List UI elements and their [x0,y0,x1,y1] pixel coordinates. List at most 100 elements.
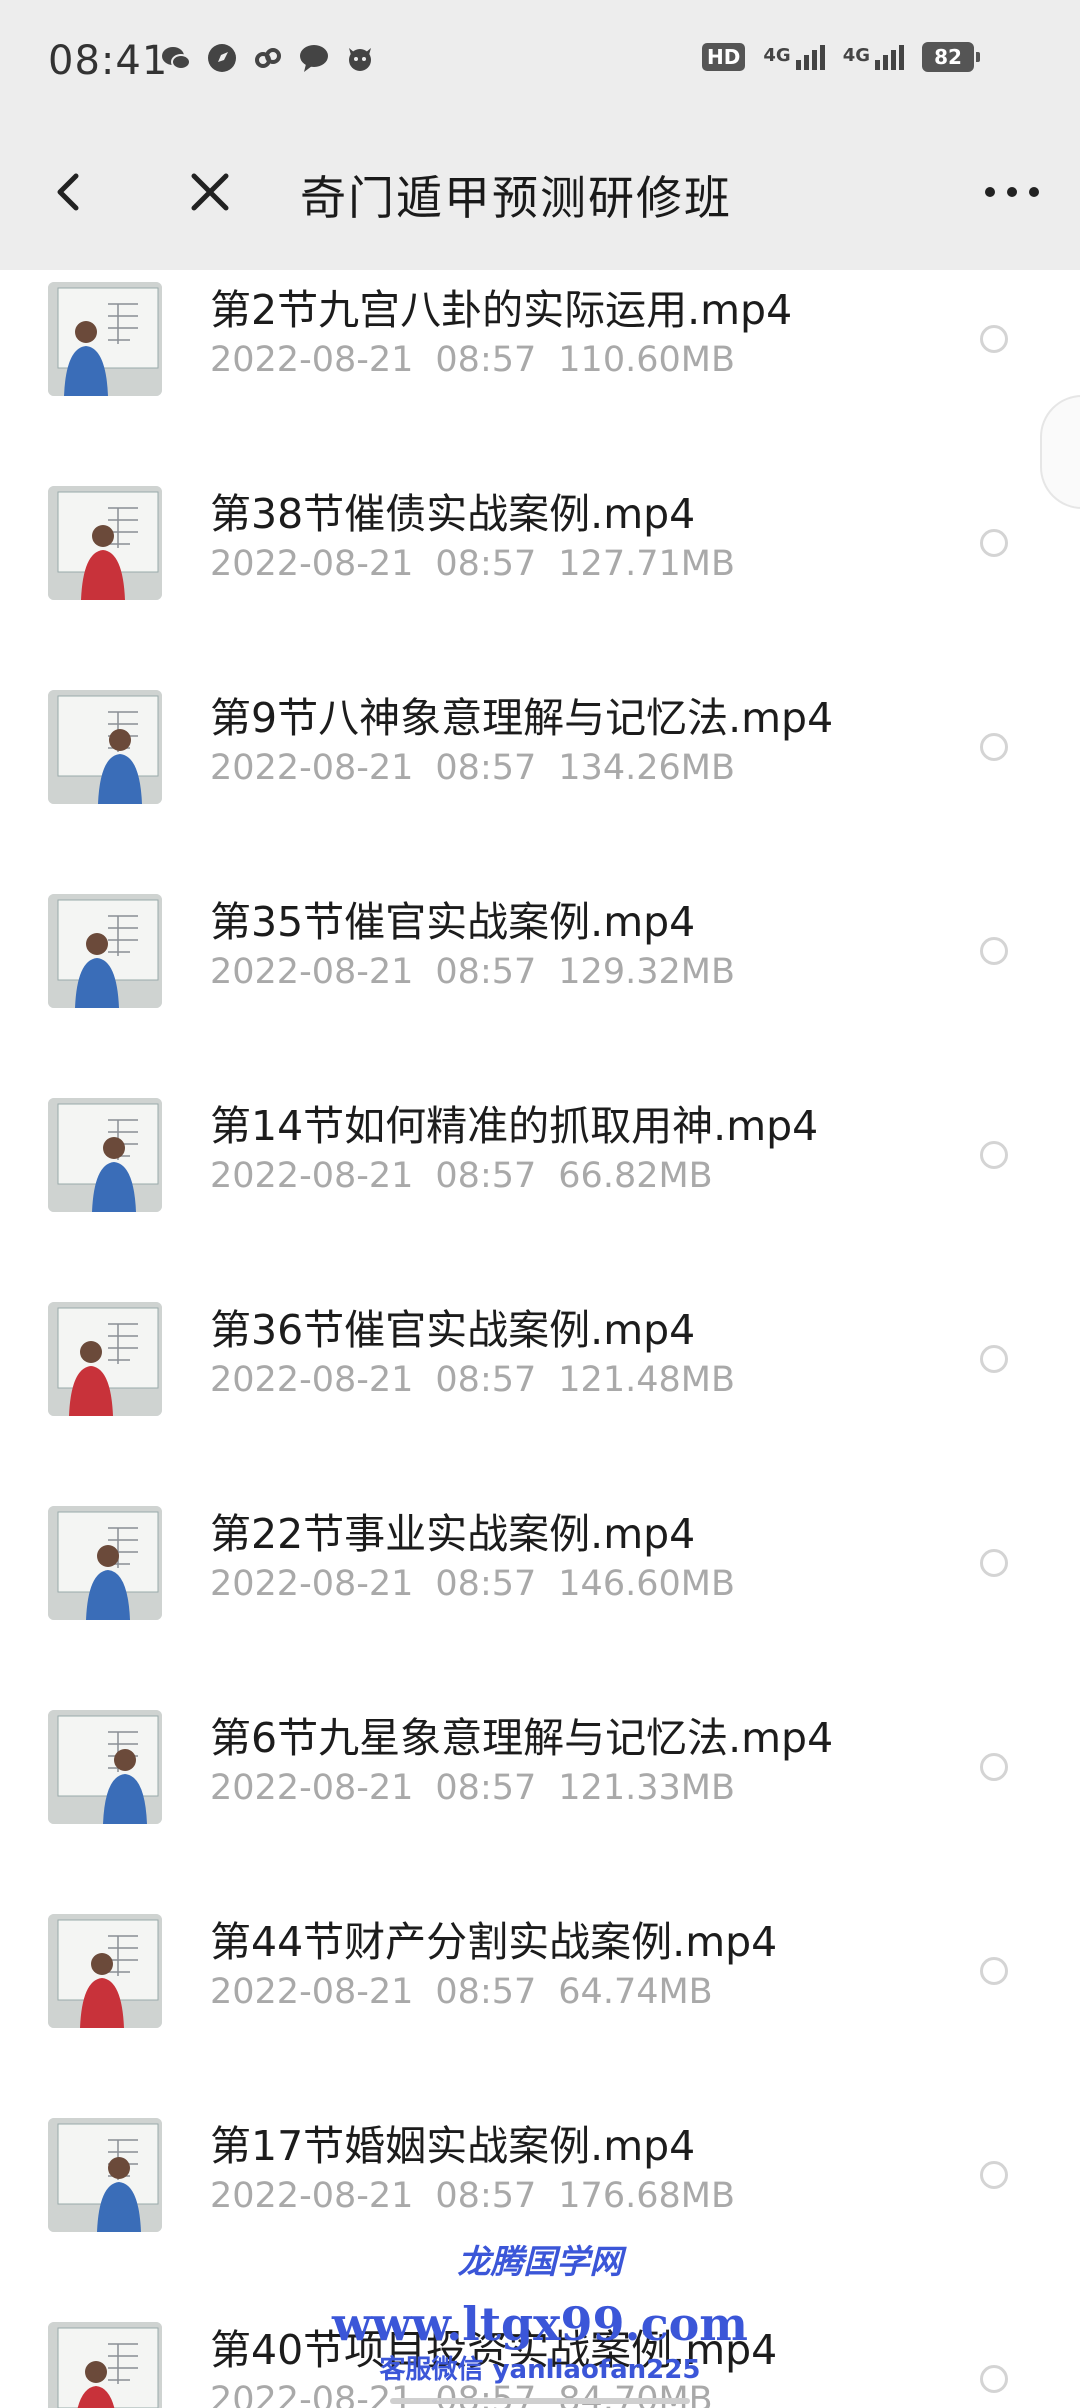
signal-1-icon: 4G [763,44,825,70]
file-size: 64.74MB [558,1972,713,2012]
network-label-2: 4G [842,44,870,66]
chevron-left-icon[interactable] [42,164,98,220]
more-dots-icon[interactable] [980,170,1044,214]
watermark-contact: 客服微信 yanliaofan225 [379,2355,701,2385]
select-radio[interactable] [980,1753,1008,1781]
file-item[interactable]: 第36节催官实战案例.mp4 2022-08-21 08:57 121.48MB [0,1200,1080,1416]
page-title: 奇门遁甲预测研修班 [300,171,732,225]
file-meta: 2022-08-21 08:57 66.82MB [210,1156,713,1196]
file-meta: 2022-08-21 08:57 127.71MB [210,544,735,584]
video-thumbnail [48,1710,162,1824]
select-radio[interactable] [980,325,1008,353]
file-list: 第2节九宫八卦的实际运用.mp4 2022-08-21 08:57 110.60MB 第… [0,270,1080,2408]
select-radio[interactable] [980,2161,1008,2189]
file-date: 2022-08-21 [210,1156,414,1196]
handle-grip-icon: ⋮ [1072,442,1080,472]
file-meta: 2022-08-21 08:57 176.68MB [210,2176,735,2216]
video-thumbnail [48,282,162,396]
file-item[interactable]: 第14节如何精准的抓取用神.mp4 2022-08-21 08:57 66.82MB [0,996,1080,1212]
file-name: 第44节财产分割实战案例.mp4 [210,1918,778,1966]
title-bar: 奇门遁甲预测研修班 [0,108,1080,270]
file-meta: 2022-08-21 08:57 121.33MB [210,1768,735,1808]
file-name: 第9节八神象意理解与记忆法.mp4 [210,694,834,742]
file-meta: 2022-08-21 08:57 121.48MB [210,1360,735,1400]
file-item[interactable]: 第44节财产分割实战案例.mp4 2022-08-21 08:57 64.74MB [0,1812,1080,2028]
file-time: 08:57 [435,1360,537,1400]
select-radio[interactable] [980,529,1008,557]
file-meta: 2022-08-21 08:57 146.60MB [210,1564,735,1604]
file-date: 2022-08-21 [210,1564,414,1604]
file-time: 08:57 [435,1768,537,1808]
watermark-url: www.ltgx99.com [332,2297,748,2351]
file-time: 08:57 [435,1564,537,1604]
file-item[interactable]: 第9节八神象意理解与记忆法.mp4 2022-08-21 08:57 134.26MB [0,588,1080,804]
file-item[interactable]: 第2节九宫八卦的实际运用.mp4 2022-08-21 08:57 110.60MB [0,270,1080,396]
file-name: 第38节催债实战案例.mp4 [210,490,696,538]
file-date: 2022-08-21 [210,748,414,788]
wechat-icon [162,47,191,70]
mascot-icon [349,48,371,71]
status-time: 08:41 [48,38,169,84]
file-size: 176.68MB [558,2176,735,2216]
link-icon [255,48,281,68]
watermark-site-name: 龙腾国学网 [457,2242,623,2281]
hd-badge: HD [702,43,746,71]
file-name: 第17节婚姻实战案例.mp4 [210,2122,696,2170]
file-date: 2022-08-21 [210,1972,414,2012]
file-size: 121.48MB [558,1360,735,1400]
home-indicator[interactable] [390,2398,690,2404]
file-item[interactable]: 第38节催债实战案例.mp4 2022-08-21 08:57 127.71MB [0,384,1080,600]
select-radio[interactable] [980,1549,1008,1577]
signal-2-icon: 4G [842,44,904,70]
network-label: 4G [763,44,791,66]
file-date: 2022-08-21 [210,544,414,584]
select-radio[interactable] [980,937,1008,965]
status-right: HD 4G 4G 82 [702,42,980,72]
file-meta: 2022-08-21 08:57 129.32MB [210,952,735,992]
video-thumbnail [48,690,162,804]
file-time: 08:57 [435,340,537,380]
file-size: 134.26MB [558,748,735,788]
file-name: 第22节事业实战案例.mp4 [210,1510,696,1558]
file-name: 第35节催官实战案例.mp4 [210,898,696,946]
file-size: 129.32MB [558,952,735,992]
file-time: 08:57 [435,2176,537,2216]
video-thumbnail [48,1098,162,1212]
file-time: 08:57 [435,1156,537,1196]
file-size: 66.82MB [558,1156,713,1196]
file-date: 2022-08-21 [210,2176,414,2216]
file-size: 127.71MB [558,544,735,584]
notification-icons [160,42,376,74]
file-date: 2022-08-21 [210,1360,414,1400]
file-date: 2022-08-21 [210,1768,414,1808]
select-radio[interactable] [980,1141,1008,1169]
video-thumbnail [48,1914,162,2028]
file-size: 146.60MB [558,1564,735,1604]
file-item[interactable]: 第6节九星象意理解与记忆法.mp4 2022-08-21 08:57 121.33MB [0,1608,1080,1824]
file-item[interactable]: 第22节事业实战案例.mp4 2022-08-21 08:57 146.60MB [0,1404,1080,1620]
file-name: 第14节如何精准的抓取用神.mp4 [210,1102,819,1150]
file-item[interactable]: 第35节催官实战案例.mp4 2022-08-21 08:57 129.32MB [0,792,1080,1008]
video-thumbnail [48,1506,162,1620]
file-date: 2022-08-21 [210,952,414,992]
select-radio[interactable] [980,733,1008,761]
video-thumbnail [48,894,162,1008]
file-name: 第6节九星象意理解与记忆法.mp4 [210,1714,834,1762]
close-icon[interactable] [182,164,238,220]
select-radio[interactable] [980,1345,1008,1373]
file-meta: 2022-08-21 08:57 64.74MB [210,1972,713,2012]
file-meta: 2022-08-21 08:57 110.60MB [210,340,735,380]
file-date: 2022-08-21 [210,340,414,380]
video-thumbnail [48,1302,162,1416]
file-meta: 2022-08-21 08:57 134.26MB [210,748,735,788]
file-time: 08:57 [435,748,537,788]
file-time: 08:57 [435,952,537,992]
file-time: 08:57 [435,544,537,584]
select-radio[interactable] [980,1957,1008,1985]
compass-icon [208,44,236,72]
video-thumbnail [48,2118,162,2232]
video-thumbnail [48,486,162,600]
status-bar: 08:41 HD 4G 4G 82 [0,0,1080,108]
file-name: 第36节催官实战案例.mp4 [210,1306,696,1354]
file-item[interactable]: 第17节婚姻实战案例.mp4 2022-08-21 08:57 176.68MB [0,2016,1080,2232]
